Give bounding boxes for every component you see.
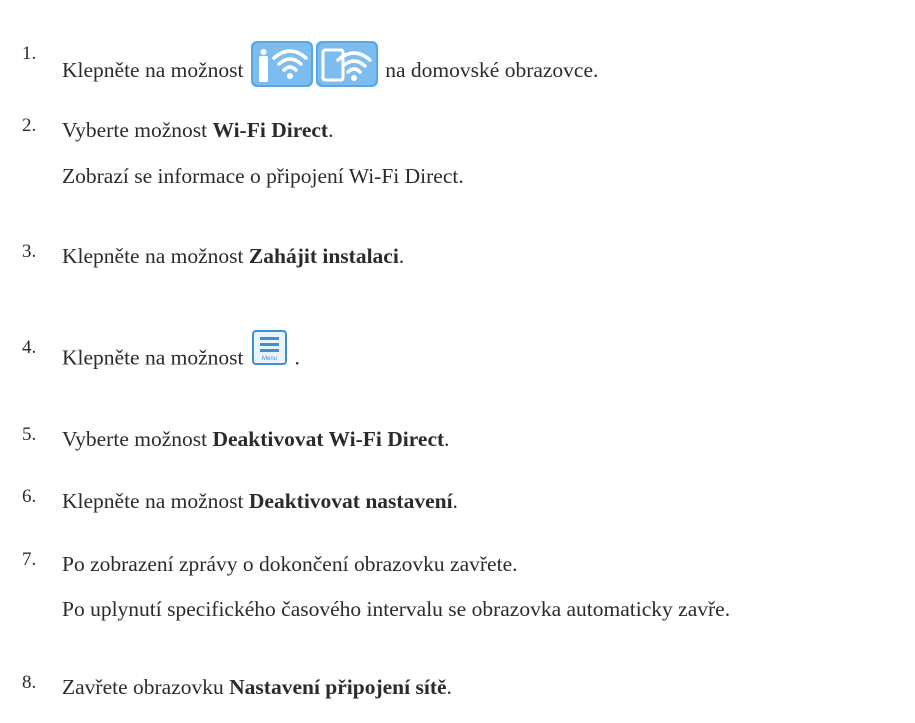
step-number: 4. — [22, 337, 37, 358]
step-text: Klepněte na možnost Menu . — [62, 330, 300, 377]
step-subtext: Po uplynutí specifického časového interv… — [62, 597, 731, 621]
step-number: 1. — [22, 43, 37, 64]
step-text: Zavřete obrazovku Nastavení připojení sí… — [62, 675, 452, 699]
step-number: 8. — [22, 672, 37, 693]
step-number: 3. — [22, 241, 37, 262]
step-number: 2. — [22, 115, 37, 136]
wifi-direct-icon — [250, 40, 379, 88]
step-text: Klepněte na možnost Zahájit instalaci. — [62, 244, 405, 268]
step-number: 7. — [22, 549, 37, 570]
step-text: Klepněte na možnost Deaktivovat nastaven… — [62, 489, 458, 513]
step-number: 6. — [22, 486, 37, 507]
menu-icon: Menu — [251, 330, 287, 365]
step-number: 5. — [22, 424, 37, 445]
step-subtext: Zobrazí se informace o připojení Wi-Fi D… — [62, 164, 464, 188]
step-text: Vyberte možnost Wi-Fi Direct. — [62, 118, 334, 142]
step-text: Po zobrazení zprávy o dokončení obrazovk… — [62, 552, 518, 576]
step-text: Klepněte na možnost na domovské obrazovc… — [62, 41, 598, 96]
step-text: Vyberte možnost Deaktivovat Wi-Fi Direct… — [62, 427, 450, 451]
menu-icon-label: Menu — [262, 356, 277, 362]
